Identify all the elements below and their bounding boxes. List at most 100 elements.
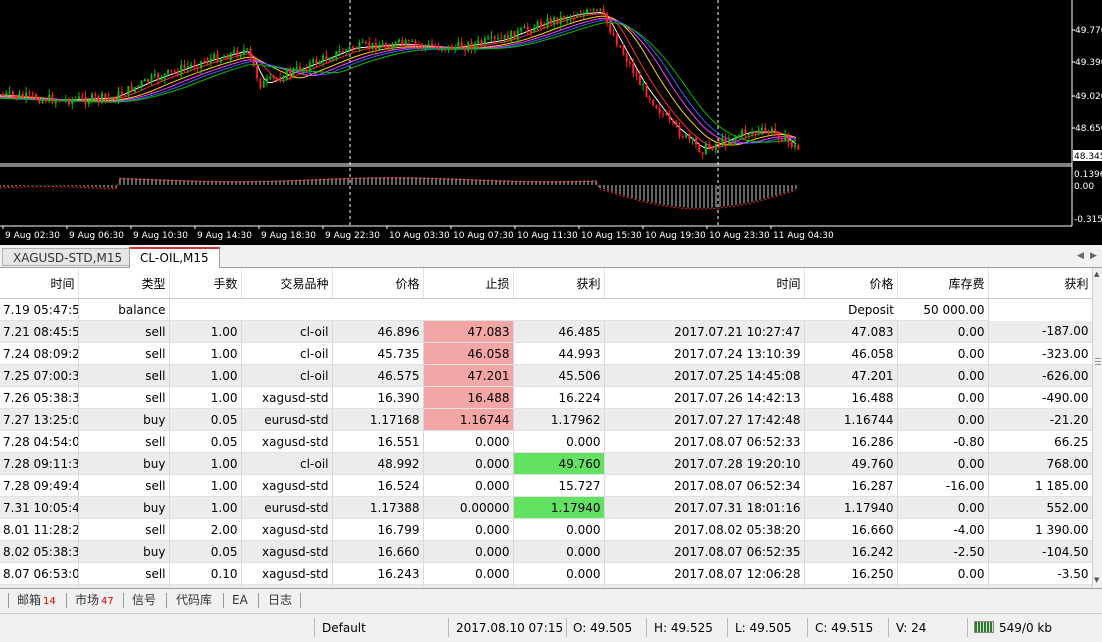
chart-tab-bar: XAGUSD-STD,M15 CL-OIL,M15 ◀ ▶: [0, 245, 1102, 268]
time-axis-label: 9 Aug 02:30: [5, 231, 60, 241]
header-lots[interactable]: 手数: [169, 268, 242, 299]
cell-type: sell: [78, 320, 170, 343]
terminal-tab-market[interactable]: 市场 47: [75, 591, 114, 610]
terminal-tab-experts[interactable]: EA: [232, 591, 248, 610]
table-row[interactable]: 8.01 11:28:27sell2.00xagusd-std16.7990.0…: [0, 518, 1092, 541]
cell-lots: 1.00: [169, 496, 242, 519]
header-swap[interactable]: 库存费: [897, 268, 989, 299]
cell-lots: 0.05: [169, 430, 242, 453]
cell-sl: 47.083: [423, 320, 514, 343]
header-close-price[interactable]: 价格: [804, 268, 898, 299]
table-row[interactable]: 8.07 06:53:00sell0.10xagusd-std16.2430.0…: [0, 562, 1092, 585]
cell-price: 16.799: [332, 518, 424, 541]
cell-price: 45.735: [332, 342, 424, 365]
time-axis-label: 10 Aug 07:30: [453, 231, 514, 241]
status-traffic: 549/0 kb: [999, 621, 1052, 635]
table-row[interactable]: 7.31 10:05:45buy1.00eurusd-std1.173880.0…: [0, 496, 1092, 519]
cell-profit: -21.20: [988, 408, 1092, 431]
cell-tp: 1.17962: [513, 408, 605, 431]
cell-swap: 0.00: [897, 320, 989, 343]
cell-close-time: 2017.07.25 14:45:08: [604, 364, 805, 387]
header-take-profit[interactable]: 获利: [513, 268, 605, 299]
status-profile[interactable]: Default: [322, 614, 366, 639]
cell-open-time: 8.07 06:53:00: [0, 562, 79, 585]
cell-lots: 0.05: [169, 540, 242, 563]
cell-close-price: 16.250: [804, 562, 898, 585]
chart-canvas[interactable]: 49.770 49.390 49.020 48.650 48.345 0.1396 0.00…: [0, 0, 1102, 245]
cell-sl: 0.000: [423, 540, 514, 563]
cell-sl: 0.000: [423, 474, 514, 497]
table-row[interactable]: 7.28 09:11:39buy1.00cl-oil48.9920.00049.…: [0, 452, 1092, 475]
header-symbol[interactable]: 交易品种: [241, 268, 333, 299]
cell-symbol: xagusd-std: [241, 386, 333, 409]
cell-profit: -323.00: [988, 342, 1092, 365]
cell-open-time: 7.31 10:05:45: [0, 496, 79, 519]
cell-type: sell: [78, 386, 170, 409]
cell-close-time: 2017.07.28 19:20:10: [604, 452, 805, 475]
cell-close-time: 2017.08.02 05:38:20: [604, 518, 805, 541]
time-axis-label: 10 Aug 19:30: [645, 231, 706, 241]
chart-tab-cl-oil[interactable]: CL-OIL,M15: [129, 247, 220, 268]
table-row[interactable]: 7.28 04:54:01sell0.05xagusd-std16.5510.0…: [0, 430, 1092, 453]
header-profit[interactable]: 获利: [988, 268, 1092, 299]
table-row[interactable]: 8.02 05:38:39buy0.05xagusd-std16.6600.00…: [0, 540, 1092, 563]
cell-profit: -104.50: [988, 540, 1092, 563]
chart-tab-xagusd[interactable]: XAGUSD-STD,M15: [2, 248, 134, 266]
table-row[interactable]: 7.21 08:45:55sell1.00cl-oil46.89647.0834…: [0, 320, 1092, 343]
time-axis-label: 10 Aug 11:30: [517, 231, 578, 241]
table-row[interactable]: 7.26 05:38:32sell1.00xagusd-std16.39016.…: [0, 386, 1092, 409]
cell-profit: 768.00: [988, 452, 1092, 475]
header-type[interactable]: 类型: [78, 268, 170, 299]
cell-open-time: 7.25 07:00:31: [0, 364, 79, 387]
connection-bars-icon[interactable]: [974, 621, 994, 633]
cell-close-price: 47.083: [804, 320, 898, 343]
status-open: O: 49.505: [573, 621, 633, 635]
cell-swap: -16.00: [897, 474, 989, 497]
cell-close-price: 49.760: [804, 452, 898, 475]
tab-scroll-right-icon[interactable]: ▶: [1090, 251, 1097, 261]
header-price[interactable]: 价格: [332, 268, 424, 299]
tab-scroll-left-icon[interactable]: ◀: [1077, 251, 1084, 261]
terminal-tab-signals[interactable]: 信号: [132, 591, 156, 610]
cell-type: balance: [78, 298, 170, 321]
cell-tp: 46.485: [513, 320, 605, 343]
cell-open-time: 7.28 04:54:01: [0, 430, 79, 453]
table-row[interactable]: 7.24 08:09:26sell1.00cl-oil45.73546.0584…: [0, 342, 1092, 365]
cell-close-time: 2017.08.07 06:52:34: [604, 474, 805, 497]
cell-close-time: 2017.07.26 14:42:13: [604, 386, 805, 409]
table-header: 时间 类型 手数 交易品种 价格 止损 获利 时间 价格 库存费 获利: [0, 268, 1092, 299]
cell-price: 16.390: [332, 386, 424, 409]
scroll-up-icon[interactable]: ▲: [1094, 270, 1099, 278]
cell-tp: 0.000: [513, 430, 605, 453]
cell-open-time: 8.02 05:38:39: [0, 540, 79, 563]
table-row[interactable]: 7.25 07:00:31sell1.00cl-oil46.57547.2014…: [0, 364, 1092, 387]
cell-profit: -187.00: [988, 320, 1092, 343]
cell-lots: 1.00: [169, 342, 242, 365]
terminal-tab-journal[interactable]: 日志: [268, 591, 292, 610]
header-stop-loss[interactable]: 止损: [423, 268, 514, 299]
cell-sl: 0.000: [423, 430, 514, 453]
scroll-down-icon[interactable]: ▼: [1094, 576, 1099, 584]
status-bar: Default 2017.08.10 07:15 O: 49.505 H: 49…: [0, 613, 1102, 639]
cell-type: sell: [78, 518, 170, 541]
cell-symbol: cl-oil: [241, 364, 333, 387]
cell-lots: 1.00: [169, 474, 242, 497]
price-chart[interactable]: 49.770 49.390 49.020 48.650 48.345 0.1396 0.00…: [0, 0, 1102, 245]
cell-tp: 0.000: [513, 518, 605, 541]
header-close-time[interactable]: 时间: [604, 268, 805, 299]
header-open-time[interactable]: 时间: [0, 268, 79, 299]
cell-close-price: 46.058: [804, 342, 898, 365]
indicator-axis-label: 0.00: [1074, 182, 1094, 192]
terminal-tab-mailbox[interactable]: 邮箱 14: [17, 591, 56, 610]
table-row[interactable]: 7.28 09:49:44sell1.00xagusd-std16.5240.0…: [0, 474, 1092, 497]
cell-symbol: xagusd-std: [241, 562, 333, 585]
table-scrollbar[interactable]: ▲ ▼: [1092, 268, 1102, 588]
time-axis-label: 10 Aug 15:30: [581, 231, 642, 241]
cell-swap: -2.50: [897, 540, 989, 563]
cell-profit: 1 185.00: [988, 474, 1092, 497]
cell-price: 16.660: [332, 540, 424, 563]
table-row[interactable]: 7.27 13:25:06buy0.05eurusd-std1.171681.1…: [0, 408, 1092, 431]
cell-open-time: 7.28 09:49:44: [0, 474, 79, 497]
table-row-balance[interactable]: 7.19 05:47:52balanceDeposit50 000.00: [0, 298, 1092, 321]
terminal-tab-code-base[interactable]: 代码库: [176, 591, 212, 610]
